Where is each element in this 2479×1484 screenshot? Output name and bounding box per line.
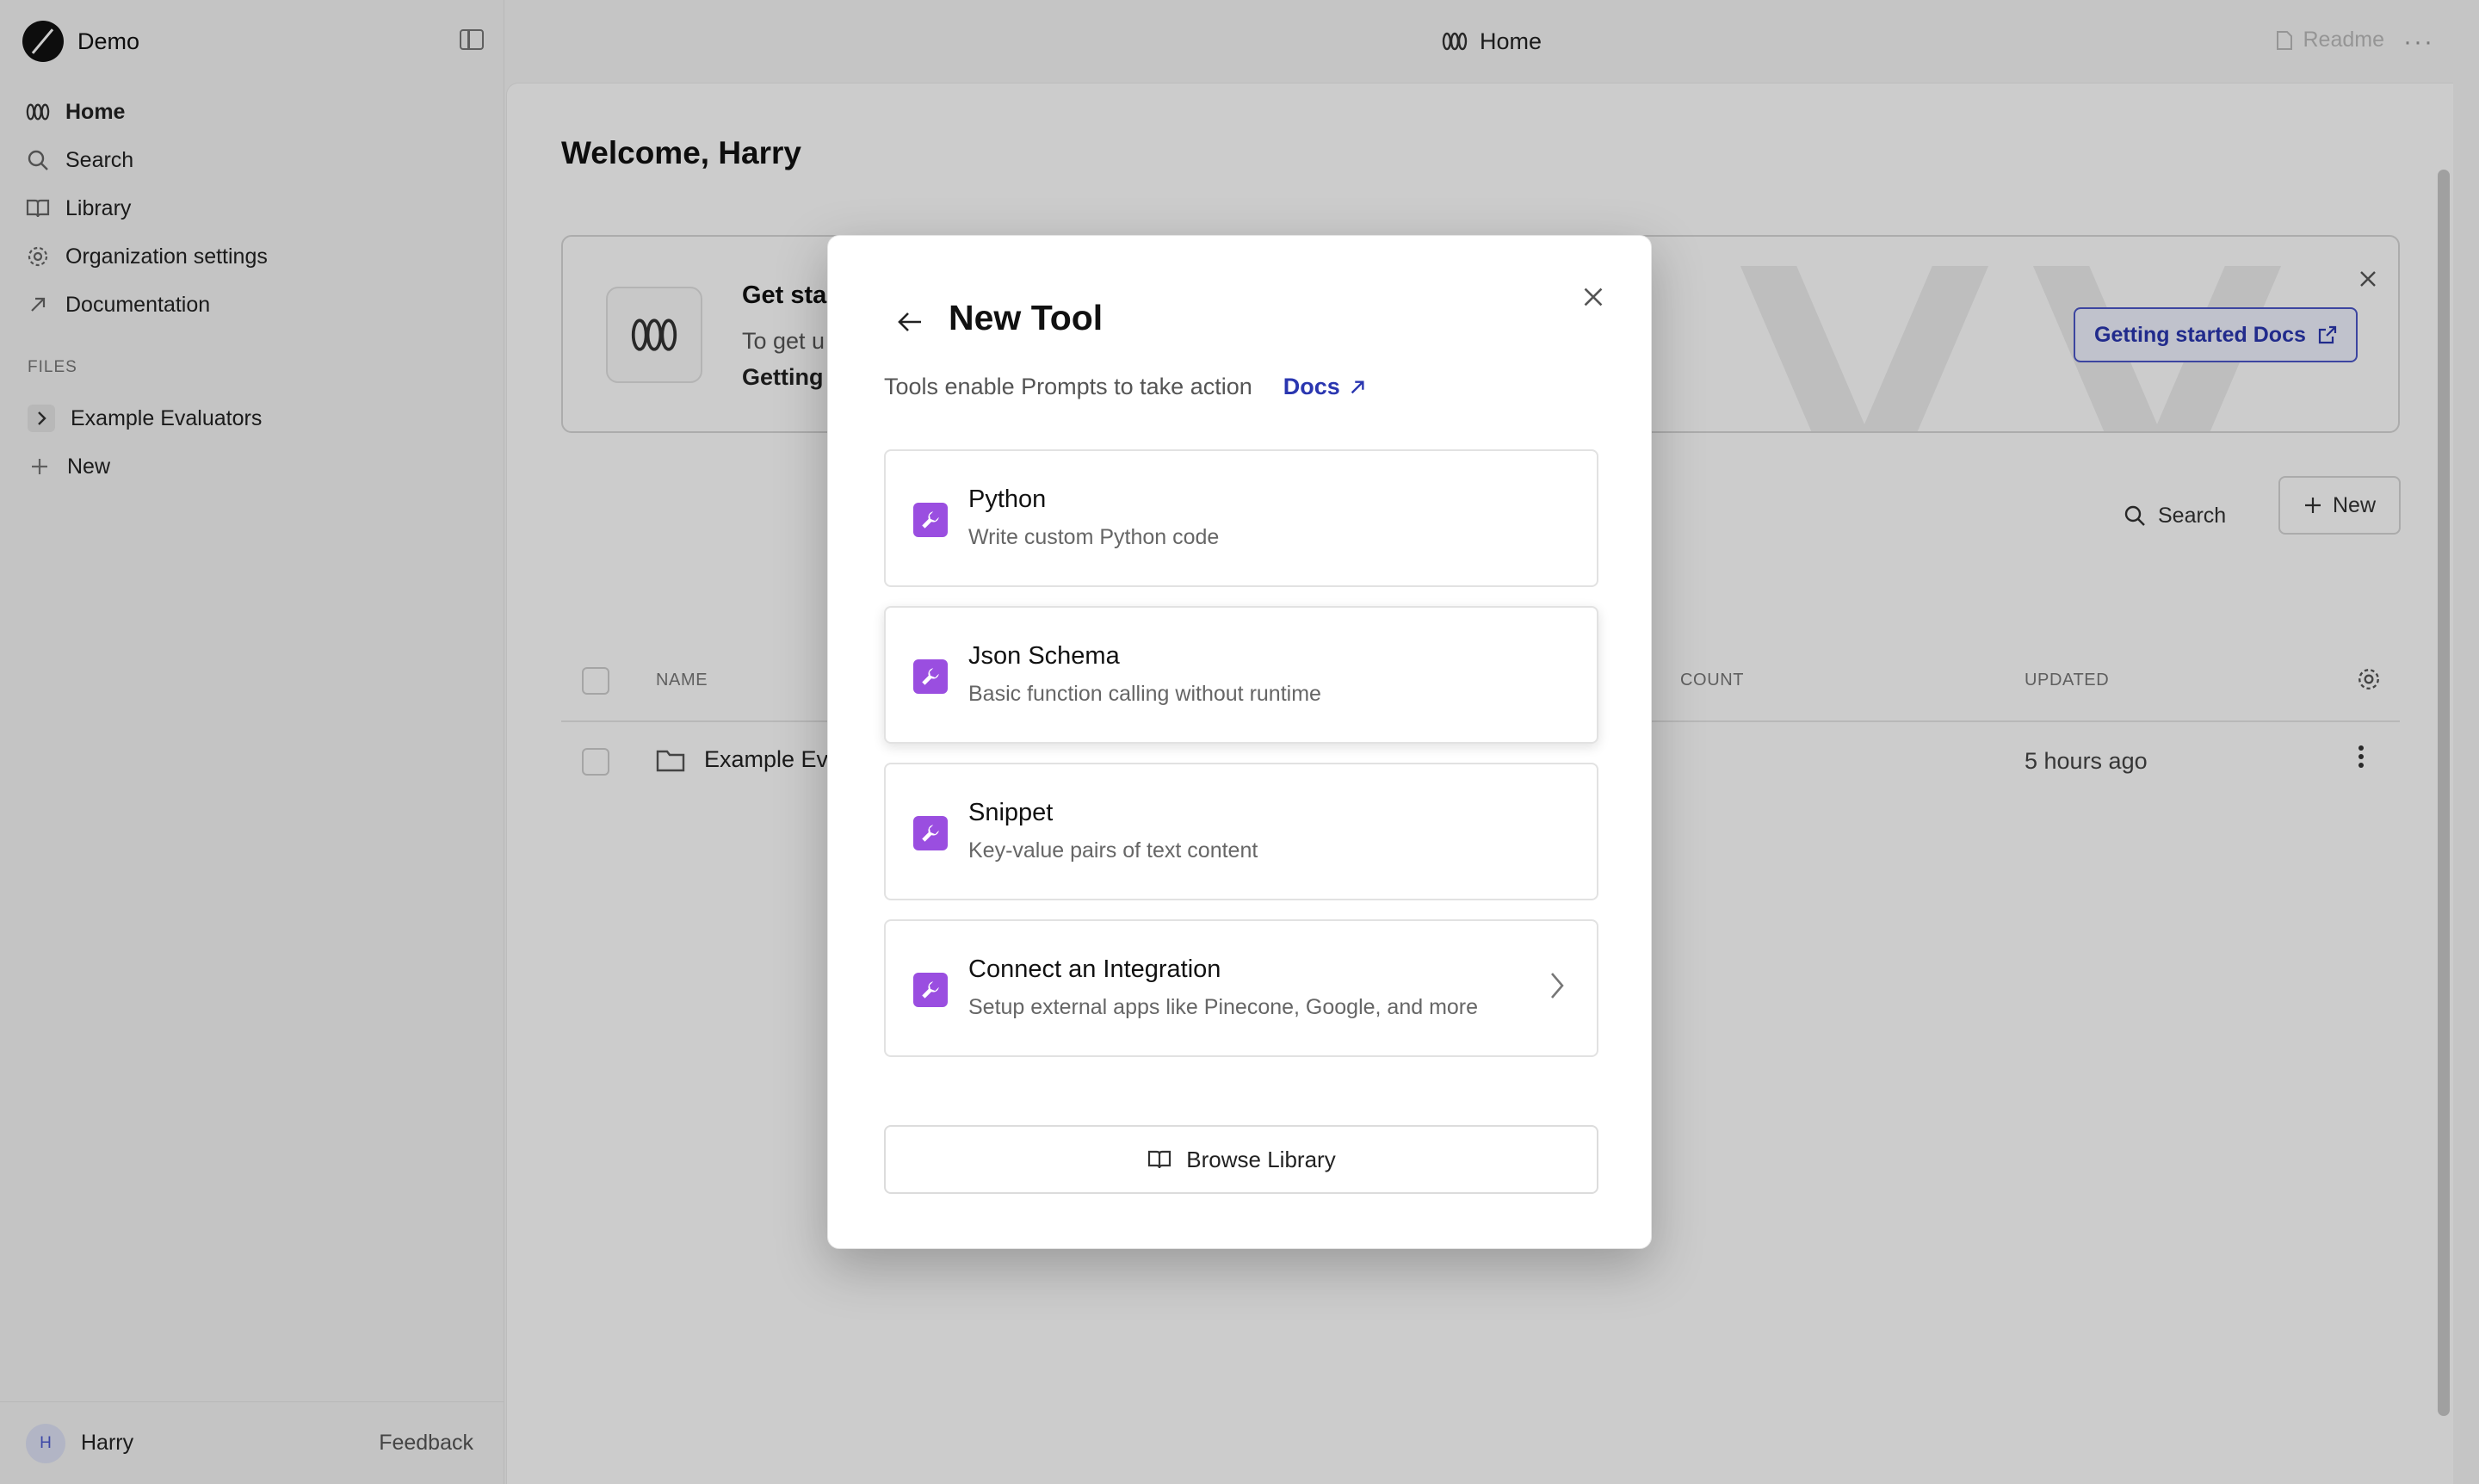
wrench-icon — [913, 503, 948, 537]
close-icon[interactable] — [1582, 282, 1604, 316]
tool-option-title: Python — [968, 485, 1047, 513]
wrench-icon — [913, 816, 948, 850]
tool-option-python[interactable]: Python Write custom Python code — [884, 449, 1598, 587]
tool-option-title: Json Schema — [968, 642, 1120, 670]
browse-library-label: Browse Library — [1186, 1146, 1336, 1172]
wrench-icon — [913, 973, 948, 1007]
app-root: Demo Home Search Library Organization se… — [0, 0, 2479, 1484]
modal-title: New Tool — [949, 298, 1103, 337]
tool-option-json-schema[interactable]: Json Schema Basic function calling witho… — [884, 606, 1598, 744]
tool-option-connect-integration[interactable]: Connect an Integration Setup external ap… — [884, 919, 1598, 1057]
tool-option-description: Setup external apps like Pinecone, Googl… — [968, 995, 1479, 1019]
docs-link[interactable]: Docs — [1283, 374, 1366, 400]
book-icon — [1148, 1150, 1171, 1169]
back-arrow-icon[interactable] — [897, 308, 923, 340]
tool-option-snippet[interactable]: Snippet Key-value pairs of text content — [884, 763, 1598, 900]
tool-option-description: Key-value pairs of text content — [968, 838, 1258, 863]
tool-option-title: Snippet — [968, 799, 1054, 826]
wrench-icon — [913, 659, 948, 694]
arrow-up-right-icon — [1351, 380, 1364, 393]
modal-subtitle-text: Tools enable Prompts to take action — [884, 374, 1252, 399]
tool-option-title: Connect an Integration — [968, 955, 1221, 983]
browse-library-button[interactable]: Browse Library — [884, 1125, 1598, 1194]
tool-option-description: Basic function calling without runtime — [968, 682, 1321, 706]
docs-link-label: Docs — [1283, 374, 1340, 399]
chevron-right-icon — [1549, 971, 1566, 1005]
tool-option-description: Write custom Python code — [968, 525, 1220, 549]
new-tool-modal: New Tool Tools enable Prompts to take ac… — [827, 235, 1652, 1249]
modal-subtitle: Tools enable Prompts to take action Docs — [884, 374, 1366, 400]
